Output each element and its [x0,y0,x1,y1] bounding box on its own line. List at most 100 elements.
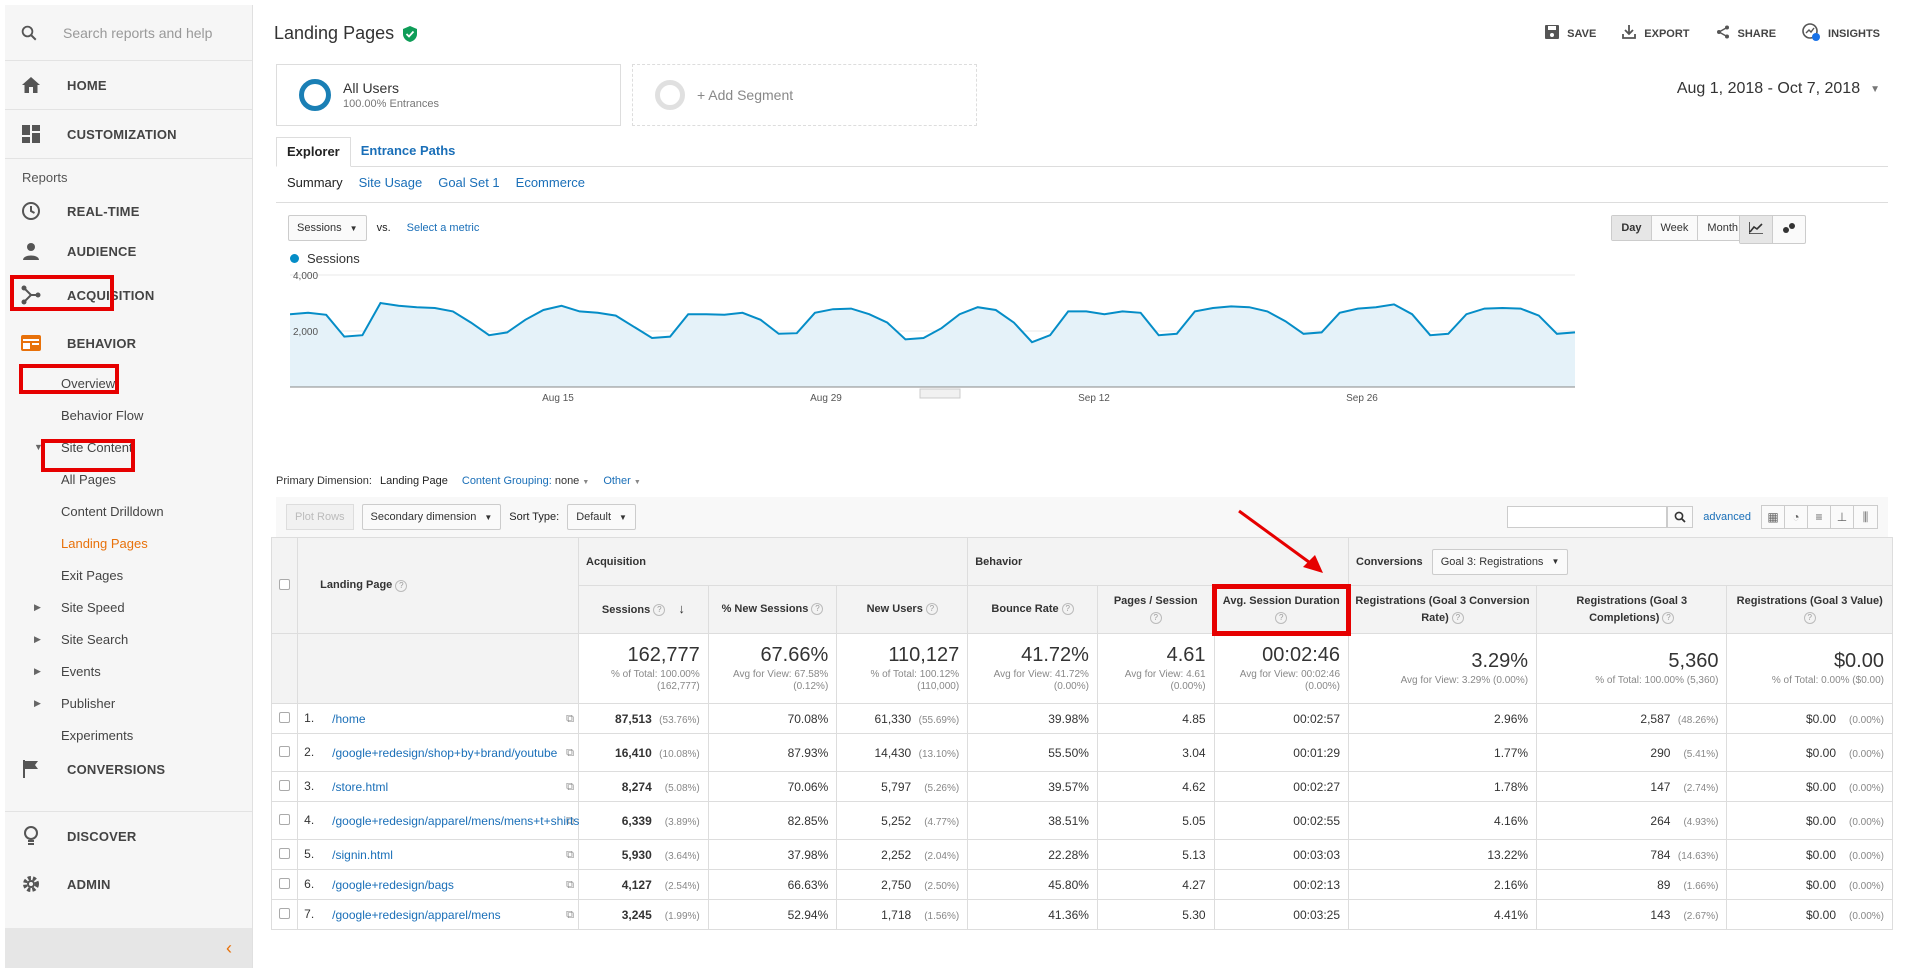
secondary-dimension-dropdown[interactable]: Secondary dimension ▼ [361,504,502,530]
advanced-filter-link[interactable]: advanced [1703,511,1751,523]
sidebar-item-realtime[interactable]: REAL-TIME [5,191,252,231]
sidebar-item-discover[interactable]: DISCOVER [5,812,252,860]
share-button[interactable]: SHARE [1716,25,1776,42]
row-checkbox[interactable] [279,813,291,825]
pivot-view-icon[interactable]: ⫼ [1854,506,1877,528]
save-button[interactable]: SAVE [1545,25,1596,42]
collapse-chevron-icon[interactable]: ‹ [226,938,232,959]
triangle-right-icon: ▶ [34,665,41,676]
row-checkbox[interactable] [279,847,291,859]
plot-rows-button[interactable]: Plot Rows [286,504,354,530]
new-users-value: 1,718 [881,907,912,922]
sidebar-search[interactable]: Search reports and help [5,5,252,61]
help-icon[interactable]: ? [1803,611,1816,624]
motion-chart-icon[interactable] [1773,216,1805,243]
primary-dimension-value[interactable]: Landing Page [380,475,448,487]
export-button[interactable]: EXPORT [1622,25,1690,42]
help-icon[interactable]: ? [1451,611,1464,624]
period-week-button[interactable]: Week [1652,216,1699,240]
conversion-rate-value: 2.96% [1494,711,1529,726]
col-new-sessions[interactable]: % New Sessions ? [707,585,838,634]
col-goal3-completions[interactable]: Registrations (Goal 3 Completions) ? [1536,585,1728,634]
sidebar-item-exit-pages[interactable]: Exit Pages [5,559,252,591]
help-icon[interactable]: ? [811,603,824,616]
table-cell: 13.22% [1348,839,1538,870]
row-checkbox[interactable] [279,877,291,889]
sidebar-item-customization[interactable]: CUSTOMIZATION [5,110,252,158]
open-external-icon[interactable]: ⧉ [566,879,574,892]
metric-dropdown[interactable]: Sessions ▼ [288,215,367,241]
col-new-users[interactable]: New Users ? [836,585,969,634]
help-icon[interactable]: ? [653,604,666,617]
help-icon[interactable]: ? [925,603,938,616]
landing-page-link[interactable]: /store.html [332,780,512,794]
sidebar-item-home[interactable]: HOME [5,61,252,109]
sidebar-item-admin[interactable]: ADMIN [5,860,252,908]
landing-page-link[interactable]: /google+redesign/bags [332,878,512,892]
date-range-picker[interactable]: Aug 1, 2018 - Oct 7, 2018 ▼ [1677,80,1880,98]
col-goal3-value[interactable]: Registrations (Goal 3 Value) ? [1726,585,1893,634]
sidebar-item-content-drilldown[interactable]: Content Drilldown [5,495,252,527]
table-search-input[interactable] [1507,506,1668,528]
open-external-icon[interactable]: ⧉ [566,747,574,760]
landing-page-link[interactable]: /google+redesign/shop+by+brand/youtube [332,746,557,760]
comparison-view-icon[interactable]: ⊥ [1831,506,1854,528]
open-external-icon[interactable]: ⧉ [566,909,574,922]
select-all-checkbox[interactable] [279,578,291,590]
add-segment-button[interactable]: + Add Segment [632,64,977,126]
select-metric-link[interactable]: Select a metric [407,222,480,234]
open-external-icon[interactable]: ⧉ [566,713,574,726]
sidebar-item-experiments[interactable]: Experiments [5,719,252,751]
help-icon[interactable]: ? [1061,603,1074,616]
content-grouping-dropdown[interactable]: Content Grouping: none ▼ [462,475,589,487]
sidebar-item-behavior-flow[interactable]: Behavior Flow [5,399,252,431]
landing-page-link[interactable]: /signin.html [332,848,512,862]
landing-page-link[interactable]: /google+redesign/apparel/mens [332,908,512,922]
col-bounce-rate[interactable]: Bounce Rate ? [967,585,1098,634]
landing-page-header[interactable]: Landing Page ? [297,537,580,634]
sidebar-item-site-speed[interactable]: ▶ Site Speed [5,591,252,623]
line-chart-icon[interactable] [1740,216,1773,243]
other-dimension-dropdown[interactable]: Other ▼ [603,475,641,487]
sidebar-item-audience[interactable]: AUDIENCE [5,231,252,271]
sidebar-item-events[interactable]: ▶ Events [5,655,252,687]
col-avg-session-duration[interactable]: Avg. Session Duration? [1212,583,1351,636]
tab-explorer[interactable]: Explorer [276,137,351,167]
new-users-pct: (13.10%) [918,748,960,760]
period-day-button[interactable]: Day [1612,216,1652,240]
landing-page-link[interactable]: /home [332,712,512,726]
segment-all-users[interactable]: All Users 100.00% Entrances [276,64,621,126]
sidebar-item-site-search[interactable]: ▶ Site Search [5,623,252,655]
tab-entrance-paths[interactable]: Entrance Paths [351,137,466,166]
sidebar-item-publisher[interactable]: ▶ Publisher [5,687,252,719]
goal-dropdown[interactable]: Goal 3: Registrations ▼ [1431,548,1569,575]
sort-type-dropdown[interactable]: Default ▼ [567,504,636,530]
col-sessions[interactable]: Sessions ? ↓ [578,585,709,634]
sidebar-item-landing-pages[interactable]: Landing Pages [5,527,252,559]
col-pages-session[interactable]: Pages / Session? [1096,585,1215,634]
row-checkbox[interactable] [279,779,291,791]
subtab-summary[interactable]: Summary [287,175,343,190]
help-icon[interactable]: ? [1275,611,1288,624]
table-view-icon[interactable]: ▦ [1762,506,1785,528]
subtab-ecommerce[interactable]: Ecommerce [516,175,585,190]
help-icon[interactable]: ? [1662,611,1675,624]
sidebar-item-conversions[interactable]: CONVERSIONS [5,751,252,787]
open-external-icon[interactable]: ⧉ [566,781,574,794]
row-checkbox[interactable] [279,745,291,757]
help-icon[interactable]: ? [395,579,408,592]
pie-view-icon[interactable]: ◔ [1785,506,1808,528]
help-icon[interactable]: ? [1149,611,1162,624]
row-checkbox[interactable] [279,907,291,919]
sidebar-item-behavior[interactable]: BEHAVIOR [5,319,252,367]
search-placeholder[interactable]: Search reports and help [63,25,212,41]
row-checkbox[interactable] [279,711,291,723]
subtab-site-usage[interactable]: Site Usage [359,175,423,190]
table-search-icon[interactable] [1667,506,1694,528]
landing-page-link[interactable]: /google+redesign/apparel/mens/mens+t+shi… [332,814,579,828]
insights-button[interactable]: INSIGHTS [1802,23,1880,44]
open-external-icon[interactable]: ⧉ [566,849,574,862]
subtab-goal-set-1[interactable]: Goal Set 1 [438,175,499,190]
col-goal3-conversion-rate[interactable]: Registrations (Goal 3 Conversion Rate) ? [1348,585,1538,634]
performance-view-icon[interactable]: ≡ [1808,506,1831,528]
